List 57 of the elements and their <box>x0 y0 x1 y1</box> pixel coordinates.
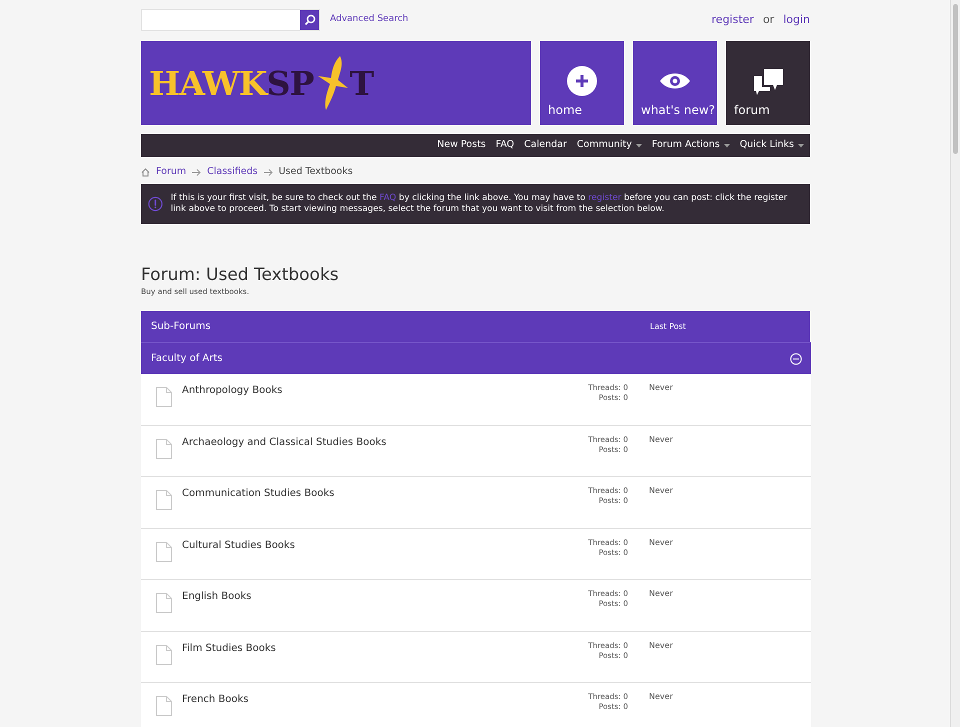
nav-link[interactable]: Community <box>576 138 642 153</box>
forum-title[interactable]: Cultural Studies Books <box>182 538 562 552</box>
nav-tile[interactable]: what's new? <box>633 41 717 125</box>
last-post: Never <box>649 588 673 600</box>
page-title: Forum: Used Textbooks <box>141 264 340 286</box>
forum-title[interactable]: Communication Studies Books <box>182 486 562 500</box>
register-link[interactable]: register <box>712 12 754 28</box>
last-post: Never <box>649 691 673 702</box>
nav-link[interactable]: Forum Actions <box>652 138 730 153</box>
breadcrumb-link[interactable]: Forum <box>156 164 186 180</box>
document-icon <box>156 593 172 614</box>
logo-text: HAWK <box>149 66 267 100</box>
nav-link[interactable]: New Posts <box>437 138 486 153</box>
logo-banner[interactable]: HAWKSP T <box>141 41 531 125</box>
arrow-icon <box>264 168 273 176</box>
column-header: Last Post <box>650 320 686 333</box>
column-header: Sub-Forums <box>150 320 212 334</box>
document-icon <box>156 438 172 459</box>
breadcrumb-current: Used Textbooks <box>278 164 353 179</box>
forum-title[interactable]: Archaeology and Classical Studies Books <box>182 434 562 449</box>
last-post: Never <box>649 434 673 445</box>
nav-link[interactable]: FAQ <box>496 138 514 153</box>
forum-title[interactable]: Anthropology Books <box>182 383 562 398</box>
caret-icon <box>636 144 642 148</box>
forum-title[interactable]: Film Studies Books <box>182 640 562 655</box>
search-button[interactable] <box>300 10 319 30</box>
last-post: Never <box>649 382 673 394</box>
document-icon <box>156 387 172 408</box>
nav-link[interactable]: Quick Links <box>740 138 804 153</box>
arrow-icon <box>192 168 202 176</box>
caret-icon <box>798 144 804 148</box>
last-post: Never <box>649 485 673 496</box>
document-icon <box>156 644 172 665</box>
section-title: Faculty of Arts <box>150 352 222 366</box>
document-icon <box>156 542 172 562</box>
document-icon <box>156 696 172 716</box>
forum-title[interactable]: French Books <box>182 692 562 706</box>
caret-icon <box>724 144 730 148</box>
forum-title[interactable]: English Books <box>182 589 562 604</box>
search-icon <box>304 14 316 26</box>
plus-icon <box>566 65 598 97</box>
search-field[interactable] <box>141 9 320 31</box>
home-icon[interactable] <box>141 168 150 176</box>
separator-text: or <box>762 12 774 28</box>
last-post: Never <box>649 536 673 548</box>
nav-link[interactable]: Calendar <box>524 138 567 153</box>
last-post: Never <box>649 640 673 651</box>
scrollbar[interactable] <box>950 0 960 727</box>
collapse-button[interactable] <box>790 352 802 365</box>
nav-tile[interactable]: home <box>540 41 624 125</box>
login-link[interactable]: login <box>783 12 810 28</box>
breadcrumb-link[interactable]: Classifieds <box>207 164 258 180</box>
logo-text: T <box>350 66 374 100</box>
advanced-search-link[interactable]: Advanced Search <box>330 13 408 27</box>
document-icon <box>156 490 172 510</box>
notice-text: If this is your first visit, be sure to check out the FAQ by clicking the link above. You may have to register before you can post: click the register link above to proceed. To start viewing messages, select the forum that you want to visit from the selection below. <box>170 193 788 215</box>
nav-tile[interactable]: forum <box>726 41 810 125</box>
